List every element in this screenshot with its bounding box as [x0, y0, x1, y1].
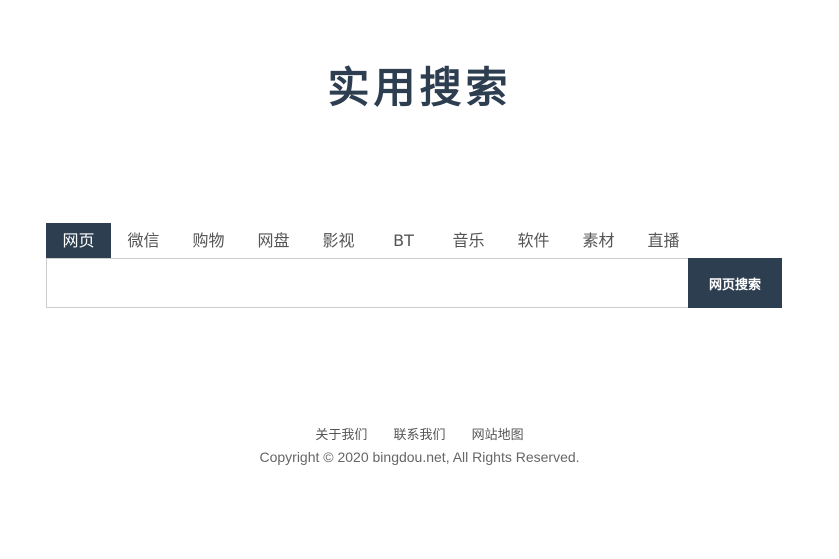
tab-music[interactable]: 音乐 [436, 223, 501, 258]
tab-shopping[interactable]: 购物 [176, 223, 241, 258]
tab-wechat[interactable]: 微信 [111, 223, 176, 258]
tab-software[interactable]: 软件 [501, 223, 566, 258]
tab-materials[interactable]: 素材 [566, 223, 631, 258]
search-category-tabs: 网页 微信 购物 网盘 影视 BT 音乐 软件 素材 直播 [46, 223, 696, 258]
tab-web[interactable]: 网页 [46, 223, 111, 258]
page: 实用搜索 网页 微信 购物 网盘 影视 BT 音乐 软件 素材 直播 网页搜索 … [0, 0, 839, 559]
web-search-button[interactable]: 网页搜索 [688, 258, 782, 308]
tab-bt[interactable]: BT [371, 223, 436, 258]
about-us-link[interactable]: 关于我们 [315, 428, 367, 443]
site-logo: 实用搜索 [327, 63, 512, 112]
footer-links: 关于我们 联系我们 网站地图 [0, 424, 839, 443]
sitemap-link[interactable]: 网站地图 [472, 428, 524, 443]
contact-us-link[interactable]: 联系我们 [393, 428, 445, 443]
tab-video[interactable]: 影视 [306, 223, 371, 258]
tab-netdisk[interactable]: 网盘 [241, 223, 306, 258]
tab-live[interactable]: 直播 [631, 223, 696, 258]
copyright-text: Copyright © 2020 bingdou.net, All Rights… [259, 449, 580, 465]
search-box: 网页搜索 [46, 258, 782, 308]
search-input[interactable] [46, 258, 688, 308]
